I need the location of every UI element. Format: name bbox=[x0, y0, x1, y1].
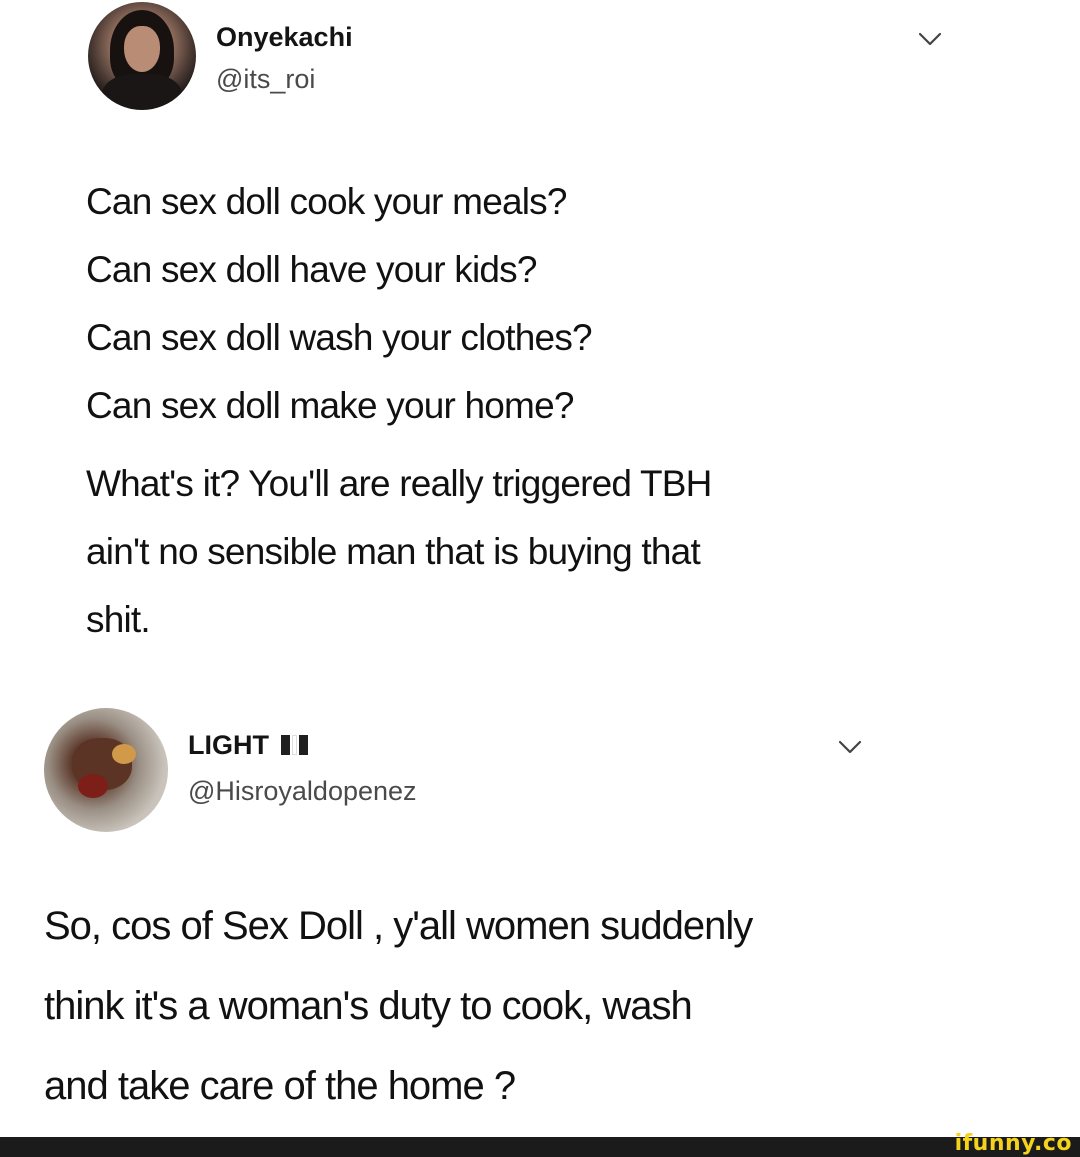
tweet-text-line: Can sex doll wash your clothes? bbox=[86, 317, 593, 358]
author-handle[interactable]: @its_roi bbox=[216, 64, 315, 95]
chevron-down-icon[interactable] bbox=[838, 740, 862, 754]
flag-icon bbox=[281, 734, 311, 755]
chevron-down-icon[interactable] bbox=[918, 32, 942, 46]
tweet-text-line: shit. bbox=[86, 599, 151, 640]
watermark-logo: ifunny.co bbox=[954, 1131, 1072, 1156]
tweet-body: Can sex doll cook your meals? Can sex do… bbox=[86, 168, 712, 654]
author-display-name[interactable]: LIGHT bbox=[188, 730, 311, 761]
tweet-card: LIGHT @Hisroyaldopenez So, cos of Sex Do… bbox=[0, 690, 1080, 1137]
author-handle[interactable]: @Hisroyaldopenez bbox=[188, 776, 417, 807]
avatar[interactable] bbox=[44, 708, 168, 832]
tweet-text-line: think it's a woman's duty to cook, wash bbox=[44, 984, 693, 1028]
author-display-name[interactable]: Onyekachi bbox=[216, 22, 353, 53]
tweet-text-line: and take care of the home ? bbox=[44, 1064, 516, 1108]
tweet-text-line: Can sex doll have your kids? bbox=[86, 249, 537, 290]
tweet-text-line: Can sex doll make your home? bbox=[86, 385, 574, 426]
avatar[interactable] bbox=[88, 2, 196, 110]
tweet-text-line: ain't no sensible man that is buying tha… bbox=[86, 531, 701, 572]
tweet-text-line: Can sex doll cook your meals? bbox=[86, 181, 567, 222]
tweet-text-line: What's it? You'll are really triggered T… bbox=[86, 463, 712, 504]
tweet-text-line: So, cos of Sex Doll , y'all women sudden… bbox=[44, 904, 753, 948]
tweet-body: So, cos of Sex Doll , y'all women sudden… bbox=[44, 886, 753, 1126]
footer-bar: ifunny.co bbox=[0, 1131, 1080, 1157]
author-display-name-text: LIGHT bbox=[188, 730, 269, 760]
tweet-card: Onyekachi @its_roi Can sex doll cook you… bbox=[0, 0, 1080, 690]
